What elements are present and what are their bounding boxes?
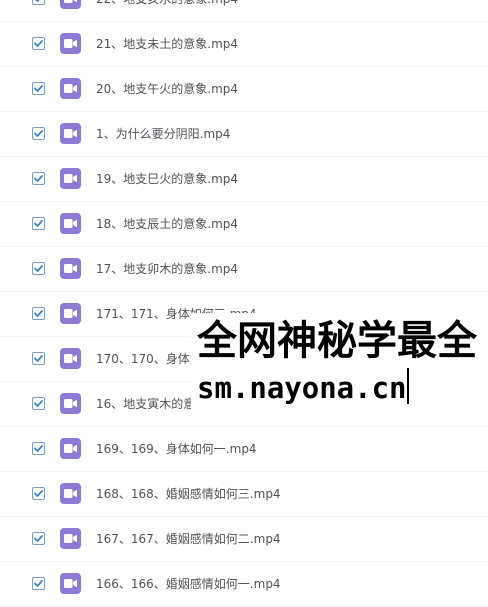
file-checkbox[interactable] — [32, 37, 45, 50]
video-file-icon — [60, 123, 81, 144]
file-checkbox[interactable] — [32, 127, 45, 140]
video-file-icon — [60, 213, 81, 234]
file-checkbox[interactable] — [32, 442, 45, 455]
video-file-icon — [60, 258, 81, 279]
file-checkbox[interactable] — [32, 217, 45, 230]
file-name[interactable]: 18、地支辰土的意象.mp4 — [96, 215, 238, 233]
file-name[interactable]: 19、地支巳火的意象.mp4 — [96, 170, 238, 188]
file-row[interactable]: 21、地支未土的意象.mp4 — [0, 22, 488, 67]
file-checkbox[interactable] — [32, 172, 45, 185]
checkmark-icon — [34, 265, 43, 272]
video-file-icon — [60, 348, 81, 369]
file-row[interactable]: 166、166、婚姻感情如何一.mp4 — [0, 562, 488, 607]
video-file-icon — [60, 0, 81, 9]
checkmark-icon — [34, 220, 43, 227]
checkmark-icon — [34, 175, 43, 182]
video-file-icon — [60, 528, 81, 549]
checkmark-icon — [34, 355, 43, 362]
file-checkbox[interactable] — [32, 577, 45, 590]
file-name[interactable]: 168、168、婚姻感情如何三.mp4 — [96, 485, 281, 503]
checkmark-icon — [34, 85, 43, 92]
file-name[interactable]: 20、地支午火的意象.mp4 — [96, 80, 238, 98]
video-file-icon — [60, 78, 81, 99]
file-row[interactable]: 18、地支辰土的意象.mp4 — [0, 202, 488, 247]
file-name[interactable]: 1、为什么要分阴阳.mp4 — [96, 125, 230, 143]
video-file-icon — [60, 168, 81, 189]
checkmark-icon — [34, 535, 43, 542]
file-checkbox[interactable] — [32, 307, 45, 320]
file-row[interactable]: 1、为什么要分阴阳.mp4 — [0, 112, 488, 157]
file-checkbox[interactable] — [32, 82, 45, 95]
file-row[interactable]: 17、地支卯木的意象.mp4 — [0, 247, 488, 292]
checkmark-icon — [34, 130, 43, 137]
file-name[interactable]: 167、167、婚姻感情如何二.mp4 — [96, 530, 281, 548]
file-checkbox[interactable] — [32, 0, 45, 5]
file-checkbox[interactable] — [32, 397, 45, 410]
checkmark-icon — [34, 310, 43, 317]
file-name[interactable]: 21、地支未土的意象.mp4 — [96, 35, 238, 53]
file-row[interactable]: 167、167、婚姻感情如何二.mp4 — [0, 517, 488, 562]
checkmark-icon — [35, 0, 40, 2]
video-file-icon — [60, 483, 81, 504]
file-row[interactable]: 19、地支巳火的意象.mp4 — [0, 157, 488, 202]
checkmark-icon — [34, 445, 43, 452]
watermark-url: sm.nayona.cn — [197, 371, 407, 405]
watermark-overlay: 全网神秘学最全 sm.nayona.cn — [191, 313, 488, 413]
file-name[interactable]: 169、169、身体如何一.mp4 — [96, 440, 257, 458]
video-file-icon — [60, 393, 81, 414]
file-checkbox[interactable] — [32, 262, 45, 275]
file-checkbox[interactable] — [32, 352, 45, 365]
watermark-title: 全网神秘学最全 — [197, 318, 477, 364]
file-checkbox[interactable] — [32, 532, 45, 545]
checkmark-icon — [34, 490, 43, 497]
file-row[interactable]: 20、地支午火的意象.mp4 — [0, 67, 488, 112]
checkmark-icon — [34, 40, 43, 47]
watermark-url-line: sm.nayona.cn — [197, 368, 409, 408]
video-file-icon — [60, 33, 81, 54]
video-file-icon — [60, 573, 81, 594]
file-row[interactable]: 22、地支亥水的意象.mp4 — [0, 0, 488, 22]
file-name[interactable]: 17、地支卯木的意象.mp4 — [96, 260, 238, 278]
video-file-icon — [60, 438, 81, 459]
file-row[interactable]: 168、168、婚姻感情如何三.mp4 — [0, 472, 488, 517]
text-caret — [406, 368, 409, 404]
file-name[interactable]: 22、地支亥水的意象.mp4 — [96, 0, 238, 8]
file-row[interactable]: 169、169、身体如何一.mp4 — [0, 427, 488, 472]
video-file-icon — [60, 303, 81, 324]
file-name[interactable]: 166、166、婚姻感情如何一.mp4 — [96, 575, 281, 593]
checkmark-icon — [34, 580, 43, 587]
file-list: 22、地支亥水的意象.mp4 21、地支未土的意象.mp4 20、地支午火的意象.m… — [0, 0, 488, 607]
checkmark-icon — [34, 400, 43, 407]
file-checkbox[interactable] — [32, 487, 45, 500]
